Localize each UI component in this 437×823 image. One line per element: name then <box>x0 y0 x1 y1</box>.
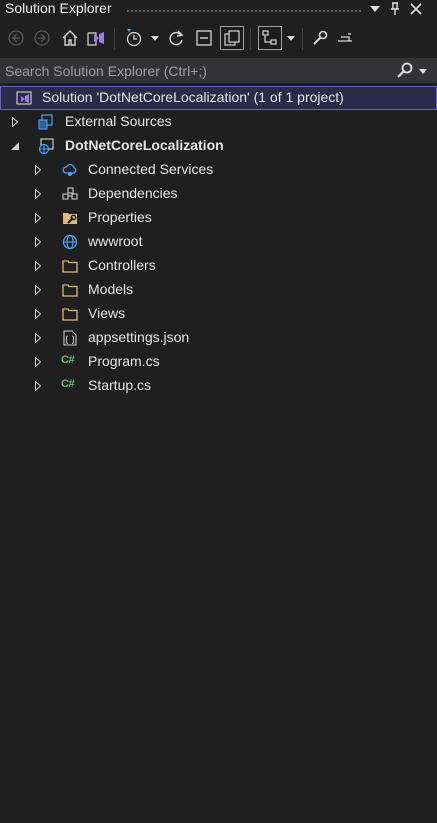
folder-icon <box>62 284 78 297</box>
tree-row-properties[interactable]: Properties <box>0 206 437 230</box>
forward-icon[interactable] <box>30 26 54 50</box>
folder-icon <box>62 260 78 273</box>
expand-arrow-icon[interactable] <box>33 284 43 296</box>
expand-arrow-icon[interactable] <box>33 356 43 368</box>
search-box <box>0 58 437 83</box>
search-input[interactable] <box>0 58 385 83</box>
chevron-down-icon[interactable] <box>286 32 296 44</box>
tree-row-connected-services[interactable]: Connected Services <box>0 158 437 182</box>
folder-icon <box>62 308 78 321</box>
collapse-arrow-icon[interactable] <box>10 140 20 152</box>
json-file-icon <box>63 330 77 346</box>
web-project-icon <box>38 138 54 154</box>
tree-item-label: wwwroot <box>88 233 143 249</box>
tree-item-label: Connected Services <box>88 161 214 177</box>
expand-arrow-icon[interactable] <box>33 380 43 392</box>
expand-arrow-icon[interactable] <box>33 236 43 248</box>
tree-row-models[interactable]: Models <box>0 278 437 302</box>
collapse-all-icon[interactable] <box>192 26 216 50</box>
home-icon[interactable] <box>58 26 82 50</box>
csharp-file-icon: C# <box>61 378 75 390</box>
tree-row-project[interactable]: DotNetCoreLocalization <box>0 134 437 158</box>
pending-changes-filter-icon[interactable] <box>122 26 146 50</box>
connected-services-icon <box>62 163 77 176</box>
tree-item-label: Dependencies <box>88 185 178 201</box>
pin-icon[interactable] <box>388 0 402 18</box>
drag-grip[interactable] <box>126 9 361 14</box>
tree-row-wwwroot[interactable]: wwwroot <box>0 230 437 254</box>
tree-item-label: Views <box>88 305 126 321</box>
search-options-chevron-icon[interactable] <box>418 66 428 76</box>
tree-row-startup[interactable]: C# Startup.cs <box>0 374 437 398</box>
tree-item-label: Program.cs <box>88 353 160 369</box>
chevron-down-icon[interactable] <box>150 32 160 44</box>
show-all-files-icon[interactable] <box>220 26 244 50</box>
expand-arrow-icon[interactable] <box>33 212 43 224</box>
tree-item-label: Controllers <box>88 257 156 273</box>
close-icon[interactable] <box>409 0 423 18</box>
expand-arrow-icon[interactable] <box>33 308 43 320</box>
tree-row-views[interactable]: Views <box>0 302 437 326</box>
properties-icon <box>63 213 77 224</box>
project-label: DotNetCoreLocalization <box>65 137 224 153</box>
tree-row-dependencies[interactable]: Dependencies <box>0 182 437 206</box>
tree-item-label: Models <box>88 281 134 297</box>
expand-arrow-icon[interactable] <box>33 164 43 176</box>
external-sources-icon <box>38 114 53 130</box>
expand-arrow-icon[interactable] <box>33 332 43 344</box>
properties-wrench-icon[interactable] <box>308 26 332 50</box>
tree-row-program[interactable]: C# Program.cs <box>0 350 437 374</box>
tree-row-solution[interactable]: Solution 'DotNetCoreLocalization' (1 of … <box>0 86 437 110</box>
tree-item-label: appsettings.json <box>88 329 190 345</box>
window-position-dropdown-icon[interactable] <box>368 0 382 18</box>
panel-title: Solution Explorer <box>5 0 112 16</box>
switch-views-icon[interactable] <box>84 26 108 50</box>
solution-label: Solution 'DotNetCoreLocalization' (1 of … <box>42 89 344 105</box>
title-bar: Solution Explorer <box>0 0 437 20</box>
dependencies-icon <box>62 187 78 200</box>
expand-arrow-icon[interactable] <box>33 260 43 272</box>
toolbar <box>0 24 437 54</box>
external-sources-label: External Sources <box>65 113 172 129</box>
tree-item-label: Startup.cs <box>88 377 152 393</box>
globe-icon <box>62 234 78 250</box>
back-icon[interactable] <box>4 26 28 50</box>
tree-item-label: Properties <box>88 209 152 225</box>
solution-icon <box>16 91 32 105</box>
toolbar-separator <box>250 28 251 50</box>
tree-row-controllers[interactable]: Controllers <box>0 254 437 278</box>
preview-selected-items-icon[interactable] <box>334 26 358 50</box>
sync-with-active-document-icon[interactable] <box>258 26 282 50</box>
tree-row-appsettings[interactable]: appsettings.json <box>0 326 437 350</box>
toolbar-separator <box>114 28 115 50</box>
tree-row-external-sources[interactable]: External Sources <box>0 110 437 134</box>
expand-arrow-icon[interactable] <box>10 116 20 128</box>
refresh-icon[interactable] <box>164 26 188 50</box>
toolbar-separator <box>302 28 303 50</box>
expand-arrow-icon[interactable] <box>33 188 43 200</box>
search-icon[interactable] <box>396 62 414 79</box>
csharp-file-icon: C# <box>61 354 75 366</box>
